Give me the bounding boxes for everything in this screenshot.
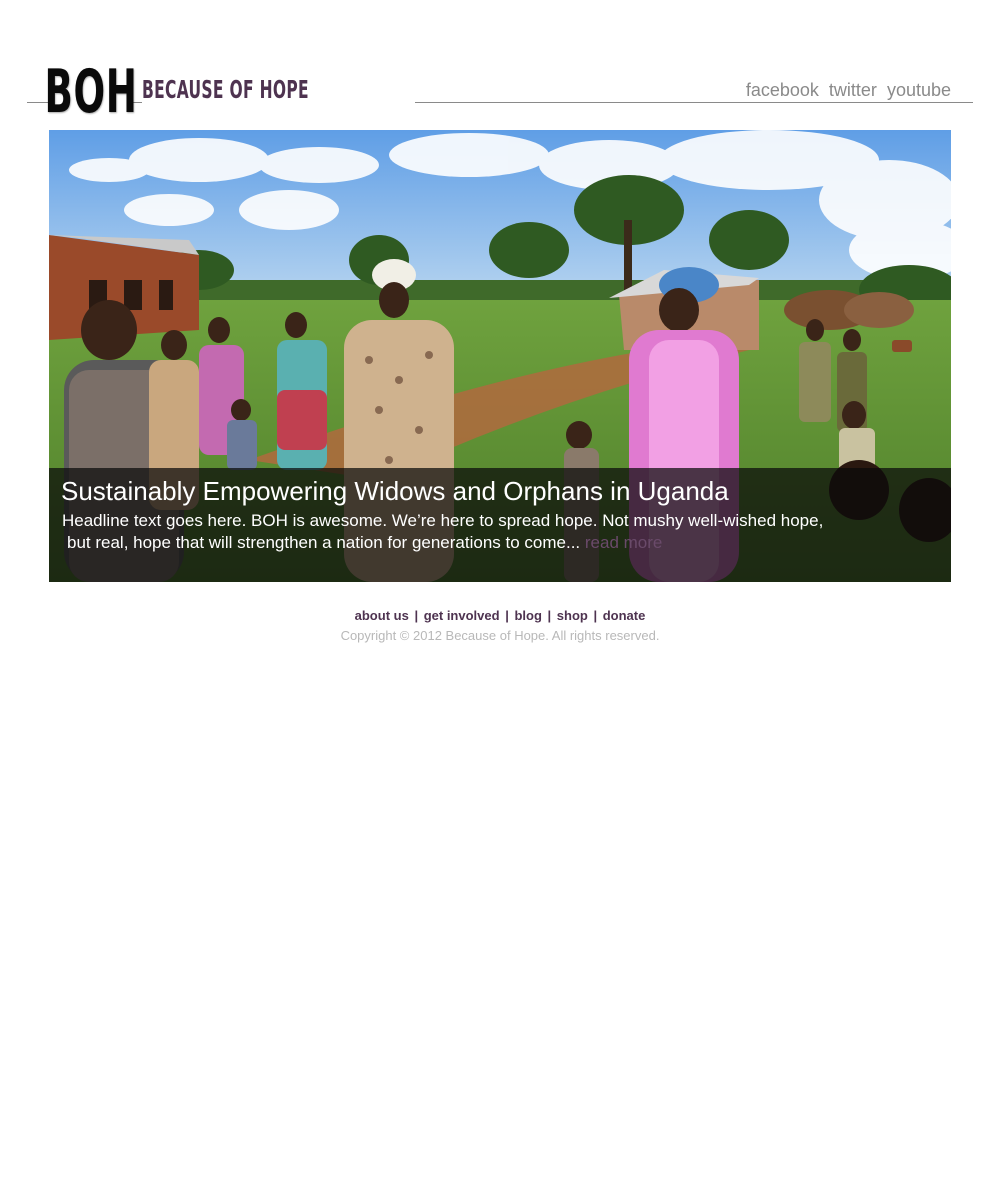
logo-name-text: BECAUSE OF HOPE <box>142 74 309 104</box>
footer-link-donate[interactable]: donate <box>603 608 646 623</box>
footer-separator: | <box>414 608 419 623</box>
youtube-link[interactable]: youtube <box>887 80 951 101</box>
facebook-link[interactable]: facebook <box>746 80 819 101</box>
hero-banner: Sustainably Empowering Widows and Orphan… <box>49 130 951 582</box>
hero-caption: Sustainably Empowering Widows and Orphan… <box>49 468 951 582</box>
logo-mark[interactable]: BOH <box>45 60 137 124</box>
footer-separator: | <box>547 608 552 623</box>
read-more-link[interactable]: read more <box>585 533 662 552</box>
hero-title: Sustainably Empowering Widows and Orphan… <box>61 476 729 506</box>
copyright-text: Copyright © 2012 Because of Hope. All ri… <box>340 628 660 643</box>
footer-link-blog[interactable]: blog <box>514 608 541 623</box>
hero-body: Headline text goes here. BOH is awesome.… <box>62 510 902 554</box>
page: BOH BECAUSE OF HOPE facebook twitter you… <box>0 0 1000 1200</box>
footer-separator: | <box>505 608 509 623</box>
footer-link-get-involved[interactable]: get involved <box>424 608 500 623</box>
footer-link-shop[interactable]: shop <box>557 608 588 623</box>
social-links: facebook twitter youtube <box>746 80 951 101</box>
twitter-link[interactable]: twitter <box>829 80 877 101</box>
footer-separator: | <box>593 608 598 623</box>
hero-body-line-2-wrap: but real, hope that will strengthen a na… <box>62 532 902 554</box>
footer-nav: about us | get involved | blog | shop | … <box>0 608 1000 623</box>
footer-link-about-us[interactable]: about us <box>355 608 409 623</box>
logo-mark-text: BOH <box>44 57 138 127</box>
hero-body-line-2: but real, hope that will strengthen a na… <box>67 533 581 552</box>
hero-body-line-1: Headline text goes here. BOH is awesome.… <box>62 511 824 530</box>
logo-name[interactable]: BECAUSE OF HOPE <box>142 74 416 104</box>
